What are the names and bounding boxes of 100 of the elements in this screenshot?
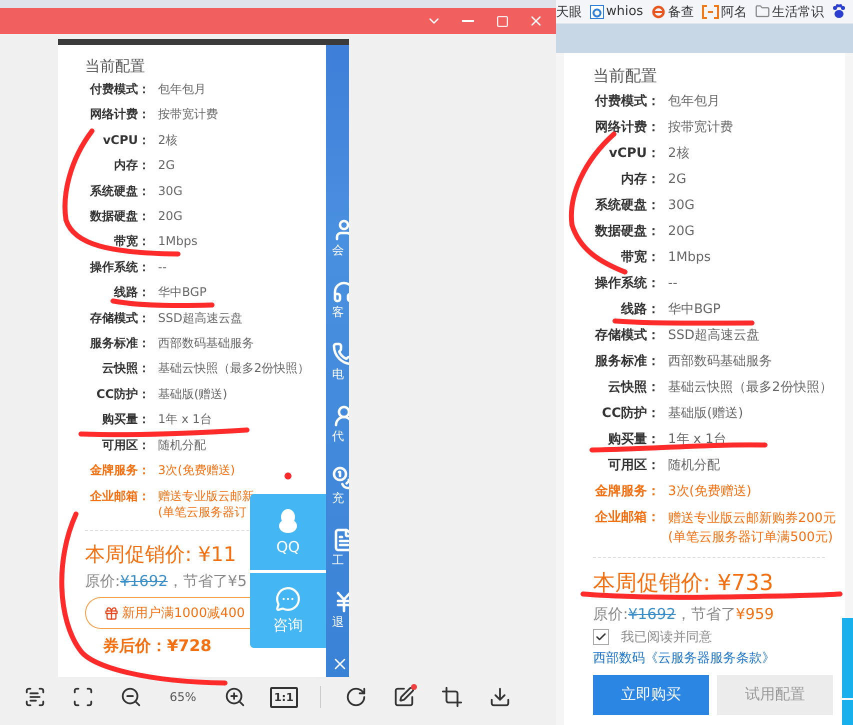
sidebar-item[interactable]: 客 [326,280,349,342]
spec-value: 20G [668,223,695,241]
spec-label: 企业邮箱： [594,509,660,527]
document-icon [332,528,349,552]
promo-price: 本周促销价: ¥11 [84,541,236,568]
float-button[interactable]: 咨询 [250,573,326,648]
maximize-icon [496,14,508,28]
spec-label: 带宽： [620,248,660,267]
coins-icon [332,466,349,490]
spec-value: SSD超高速云盘 [158,310,242,327]
spec-value: 华中BGP [668,301,721,319]
spec-value: 包年包月 [668,93,720,111]
spec-value: 西部数码基础服务 [668,353,772,371]
spec-label: 操作系统： [88,258,150,276]
spec-value: -- [668,275,678,293]
bookmark-link[interactable]: 阿名 [702,2,748,20]
spec-label: 购买量： [607,431,660,449]
site-logo-icon [651,4,666,18]
spec-value: 包年包月 [158,81,206,98]
spec-label: CC防护： [600,404,660,423]
spec-label: 存储模式： [88,310,150,327]
site-logo-icon [702,4,720,18]
spec-value: 2G [668,171,686,189]
sidebar-item[interactable]: 代 [326,404,349,466]
spec-value: 30G [668,197,695,215]
spec-label: 可用区： [607,457,660,475]
spec-label: 付费模式： [88,81,150,98]
promo-price: 本周促销价: ¥733 [592,572,774,596]
spec-label: 云快照： [607,379,660,397]
spec-value: 随机分配 [668,457,720,475]
float-button[interactable]: QQ [250,494,326,570]
spec-value: 2核 [668,145,690,163]
spec-value: 20G [158,208,183,226]
site-logo-icon [590,4,604,18]
maximize-button[interactable] [494,13,510,29]
phone-icon [332,342,349,366]
bookmark-link[interactable]: 天眼 [556,2,582,20]
spec-label: vCPU： [608,145,660,163]
agree-checkbox[interactable] [593,628,609,644]
spec-value: 1年 x 1台 [158,411,212,428]
spec-value: 基础版(赠送) [668,405,744,423]
spec-label: 企业邮箱： [88,488,150,504]
bookmark-link[interactable] [832,4,846,19]
spec-value: 华中BGP [158,284,207,302]
spec-label: CC防护： [95,386,150,403]
chat-bubble-icon [275,586,301,612]
spec-value: 3次(免费赠送) [158,462,235,480]
headset-icon [332,280,349,304]
spec-label: 网络计费： [594,119,660,137]
minimize-icon [462,20,474,22]
spec-value: 按带宽计费 [158,106,218,124]
section-title: 当前配置 [592,65,658,87]
spec-value: 2G [158,157,175,174]
spec-label: 线路： [620,301,660,319]
bookmark-link[interactable]: 生活常识 [755,2,824,20]
sidebar-item[interactable]: 会 [326,218,349,280]
spec-label: 云快照： [101,360,150,378]
spec-value: 3次(免费赠送) [668,483,752,501]
spec-value: 1Mbps [158,233,198,250]
trial-button[interactable]: 试用配置 [717,674,833,714]
paw-icon [832,4,846,19]
zoom-level: 65% [168,690,198,704]
spec-label: 数据硬盘： [88,208,150,226]
bookmark-link[interactable]: whios [590,4,644,19]
spec-label: 金牌服务： [594,483,660,501]
folder-icon [755,4,770,19]
spec-label: 购买量： [100,411,150,428]
spec-label: vCPU： [102,132,150,149]
spec-value: 西部数码基础服务 [158,335,254,352]
spec-label: 付费模式： [594,93,660,111]
sidebar-item[interactable]: 工 [326,528,349,590]
actual-size-button[interactable]: 1:1 [270,686,298,708]
original-price-line: 原价:¥1692，节省了¥959 [592,604,774,624]
spec-value: 基础版(赠送) [158,386,228,403]
spec-label: 服务标准： [594,353,660,371]
spec-value: SSD超高速云盘 [668,327,760,345]
check-icon [595,630,607,642]
person-icon [332,404,349,428]
sidebar-item[interactable]: 电 [326,342,349,404]
spec-label: 数据硬盘： [594,223,660,241]
gift-icon [104,606,119,621]
spec-label: 服务标准： [88,335,150,352]
spec-label: 带宽： [113,233,150,250]
spec-label: 系统硬盘： [89,182,150,200]
spec-value: 2核 [158,132,178,149]
spec-label: 网络计费： [89,106,150,124]
spec-label: 内存： [620,171,660,189]
sidebar-item[interactable]: 退 [326,590,349,652]
buy-button[interactable]: 立即购买 [593,674,709,714]
spec-value: 30G [158,182,183,200]
terms-link[interactable]: 西部数码《云服务器服务条款》 [564,648,845,668]
annotation-dot [284,472,292,480]
spec-label: 可用区： [101,436,150,454]
bookmark-link[interactable]: 备查 [651,2,694,20]
spec-label: 内存： [113,157,150,174]
penguin-icon [277,508,299,534]
spec-value: 基础云快照（最多2份快照） [158,360,310,378]
spec-value: 按带宽计费 [668,119,733,137]
sidebar-item[interactable]: 充 [326,466,349,528]
spec-label: 线路： [112,284,150,302]
